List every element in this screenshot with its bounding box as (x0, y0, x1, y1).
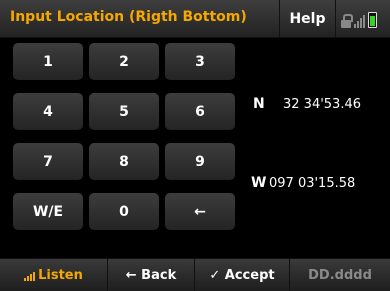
footer-bar: Listen ← Back ✓ Accept DD.dddd (0, 258, 390, 291)
header-bar: Input Location (Rigth Bottom) Help (0, 0, 390, 38)
latitude-value: 32 34'53.46 (283, 97, 362, 112)
listen-button[interactable]: Listen (0, 259, 108, 291)
key-west-east-toggle[interactable]: W/E (13, 193, 83, 230)
key-9[interactable]: 9 (165, 143, 235, 180)
battery-icon (368, 12, 377, 28)
page-title: Input Location (Rigth Bottom) (10, 9, 247, 25)
longitude-value: 097 03'15.58 (269, 176, 356, 191)
key-0[interactable]: 0 (89, 193, 159, 230)
coordinate-format-button[interactable]: DD.dddd (290, 259, 390, 291)
lock-icon (341, 14, 353, 28)
longitude-direction: W (251, 175, 267, 191)
listen-label: Listen (38, 268, 83, 283)
accept-button[interactable]: ✓ Accept (195, 259, 290, 291)
status-icons (341, 10, 377, 28)
help-button[interactable]: Help (279, 0, 336, 38)
speaker-level-icon (24, 271, 36, 281)
key-8[interactable]: 8 (89, 143, 159, 180)
key-3[interactable]: 3 (165, 43, 235, 80)
back-button[interactable]: ← Back (108, 259, 195, 291)
key-5[interactable]: 5 (89, 93, 159, 130)
key-1[interactable]: 1 (13, 43, 83, 80)
latitude-direction: N (253, 96, 265, 112)
signal-strength-icon (354, 14, 365, 28)
backspace-key[interactable]: ← (165, 193, 235, 230)
key-2[interactable]: 2 (89, 43, 159, 80)
key-7[interactable]: 7 (13, 143, 83, 180)
key-6[interactable]: 6 (165, 93, 235, 130)
key-4[interactable]: 4 (13, 93, 83, 130)
